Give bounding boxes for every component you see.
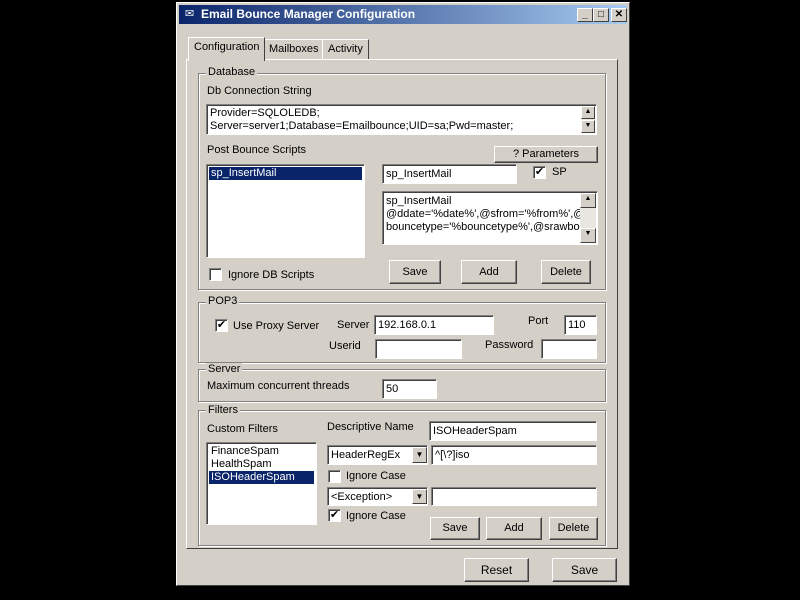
scroll-up-icon[interactable]: ▲ <box>580 193 596 208</box>
sp-checkbox[interactable]: ✔ <box>533 166 546 179</box>
exception-select[interactable]: <Exception> ▼ <box>327 487 428 506</box>
scroll-down-icon[interactable]: ▼ <box>581 120 595 133</box>
minimize-button[interactable]: _ <box>577 8 593 22</box>
userid-input[interactable] <box>375 339 462 359</box>
ignore-case-label-1: Ignore Case <box>346 470 406 482</box>
chevron-down-icon[interactable]: ▼ <box>412 489 427 504</box>
password-input[interactable] <box>541 339 597 359</box>
custom-filters-list[interactable]: FinanceSpam HealthSpam ISOHeaderSpam <box>206 442 317 525</box>
list-item[interactable]: FinanceSpam <box>209 445 314 458</box>
config-window: ✉ Email Bounce Manager Configuration _ □… <box>176 2 630 586</box>
maximize-button[interactable]: □ <box>593 8 609 22</box>
descriptive-name-label: Descriptive Name <box>327 421 414 433</box>
scroll-up-icon[interactable]: ▲ <box>581 106 595 119</box>
descriptive-name-input[interactable]: ISOHeaderSpam <box>429 421 597 441</box>
use-proxy-label: Use Proxy Server <box>233 320 320 332</box>
script-body-scrollbar[interactable]: ▲ ▼ <box>580 193 596 243</box>
filter-delete-button[interactable]: Delete <box>549 517 598 540</box>
script-name-input[interactable]: sp_InsertMail <box>382 164 517 184</box>
db-save-button[interactable]: Save <box>389 260 441 284</box>
db-delete-button[interactable]: Delete <box>541 260 591 284</box>
password-label: Password <box>485 339 534 351</box>
reset-button[interactable]: Reset <box>464 558 529 582</box>
pop3-legend: POP3 <box>206 295 240 307</box>
filter-pattern-input[interactable]: ^[\?]iso <box>431 445 597 465</box>
save-button[interactable]: Save <box>552 558 617 582</box>
close-button[interactable]: ✕ <box>611 8 627 22</box>
custom-filters-label: Custom Filters <box>207 423 278 435</box>
scroll-down-icon[interactable]: ▼ <box>580 228 596 243</box>
conn-string-scrollbar[interactable]: ▲ ▼ <box>581 106 595 133</box>
list-item[interactable]: HealthSpam <box>209 458 314 471</box>
use-proxy-checkbox[interactable]: ✔ <box>215 319 228 332</box>
post-bounce-label: Post Bounce Scripts <box>207 144 307 156</box>
conn-string-line-2: Server=server1;Database=Emailbounce;UID=… <box>210 120 514 132</box>
chevron-down-icon[interactable]: ▼ <box>412 447 427 463</box>
filter-add-button[interactable]: Add <box>486 517 542 540</box>
conn-string-line-1: Provider=SQLOLEDB; <box>210 107 320 119</box>
server-input[interactable]: 192.168.0.1 <box>374 315 494 335</box>
port-label: Port <box>528 315 549 327</box>
title-bar[interactable]: ✉ Email Bounce Manager Configuration _ □… <box>179 5 627 24</box>
script-body-line-1: sp_InsertMail <box>386 195 452 207</box>
script-body-field[interactable]: sp_InsertMail @ddate='%date%',@sfrom='%f… <box>382 191 598 245</box>
window-title: Email Bounce Manager Configuration <box>201 7 416 21</box>
port-input[interactable]: 110 <box>564 315 597 335</box>
script-body-line-3: bouncetype='%bouncetype%',@srawbod <box>386 221 586 233</box>
threads-label: Maximum concurrent threads <box>207 380 350 392</box>
configuration-panel: Database Db Connection String Provider=S… <box>186 59 618 549</box>
tab-mailboxes[interactable]: Mailboxes <box>263 39 325 60</box>
db-add-button[interactable]: Add <box>461 260 517 284</box>
filter-type-value: HeaderRegEx <box>331 449 401 461</box>
ignore-db-scripts-checkbox[interactable] <box>209 268 222 281</box>
ignore-case-checkbox-1[interactable] <box>328 470 341 483</box>
sp-label: SP <box>552 166 567 178</box>
list-item[interactable]: sp_InsertMail <box>209 167 362 180</box>
post-bounce-scripts-list[interactable]: sp_InsertMail <box>206 164 365 258</box>
script-body-line-2: @ddate='%date%',@sfrom='%from%',@s <box>386 208 590 220</box>
list-item[interactable]: ISOHeaderSpam <box>209 471 314 484</box>
tab-configuration[interactable]: Configuration <box>188 37 266 61</box>
database-legend: Database <box>206 66 258 78</box>
filter-save-button[interactable]: Save <box>430 517 480 540</box>
server-legend: Server <box>206 363 243 375</box>
threads-input[interactable]: 50 <box>382 379 437 399</box>
app-icon: ✉ <box>184 8 195 20</box>
parameters-button[interactable]: ? Parameters <box>494 146 598 163</box>
tab-activity[interactable]: Activity <box>322 39 369 60</box>
exception-input[interactable] <box>431 487 597 506</box>
exception-select-value: <Exception> <box>331 491 393 503</box>
userid-label: Userid <box>329 340 361 352</box>
conn-string-label: Db Connection String <box>207 85 312 97</box>
filters-legend: Filters <box>206 404 240 416</box>
server-label: Server <box>337 319 370 331</box>
ignore-db-scripts-label: Ignore DB Scripts <box>228 269 315 281</box>
filter-type-select[interactable]: HeaderRegEx ▼ <box>327 445 428 465</box>
ignore-case-checkbox-2[interactable]: ✔ <box>328 509 341 522</box>
ignore-case-label-2: Ignore Case <box>346 510 406 522</box>
conn-string-field[interactable]: Provider=SQLOLEDB; Server=server1;Databa… <box>206 104 597 135</box>
